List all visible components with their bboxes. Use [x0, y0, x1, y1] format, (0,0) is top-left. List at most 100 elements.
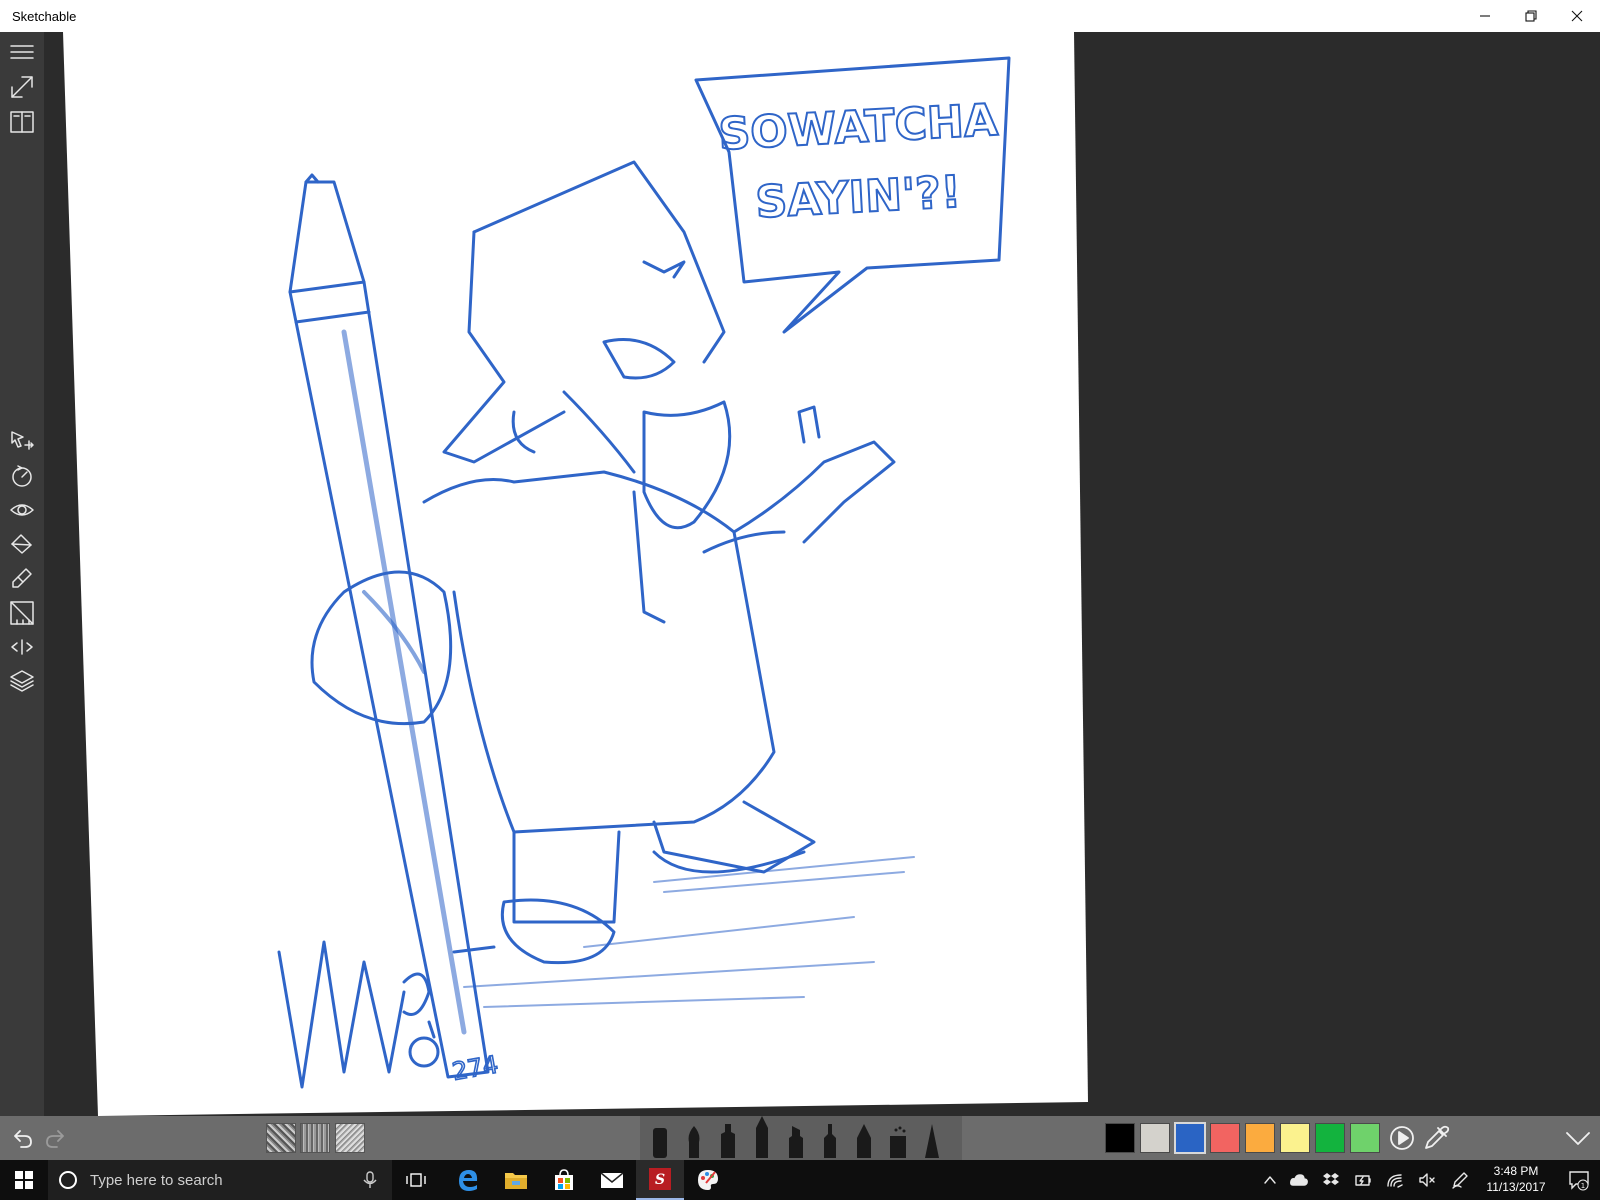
- pen-workspace-tray-button[interactable]: [1446, 1160, 1474, 1200]
- notification-count: 1: [1581, 1182, 1585, 1190]
- rotate-canvas-icon: [12, 465, 32, 487]
- redo-button[interactable]: [40, 1122, 72, 1154]
- select-move-icon: [11, 431, 34, 450]
- mail-icon: [600, 1172, 624, 1188]
- start-button[interactable]: [0, 1160, 48, 1200]
- marker-icon: [653, 1128, 667, 1158]
- highlighter-icon: [789, 1126, 803, 1158]
- workspace: SOWATCHA SAYIN'?! 274: [44, 32, 1600, 1116]
- close-button[interactable]: [1554, 0, 1600, 32]
- minimize-button[interactable]: [1462, 0, 1508, 32]
- color-swatch-light-gray[interactable]: [1140, 1123, 1170, 1153]
- onedrive-tray-button[interactable]: [1284, 1160, 1314, 1200]
- undo-button[interactable]: [6, 1122, 38, 1154]
- eyedropper-button[interactable]: [1420, 1122, 1452, 1154]
- color-swatch-yellow[interactable]: [1280, 1123, 1310, 1153]
- volume-tray-button[interactable]: [1412, 1160, 1442, 1200]
- journal-icon: [10, 111, 34, 133]
- felt-tip-brush[interactable]: [818, 1118, 842, 1158]
- cloud-icon: [1290, 1174, 1308, 1186]
- redo-icon: [46, 1130, 64, 1148]
- restore-button[interactable]: [1508, 0, 1554, 32]
- task-view-button[interactable]: [392, 1160, 440, 1200]
- paper-texture-2[interactable]: [300, 1123, 330, 1153]
- show-hidden-icons-button[interactable]: [1258, 1160, 1282, 1200]
- svg-text:S: S: [655, 1172, 665, 1188]
- clock-time: 3:48 PM: [1493, 1164, 1539, 1178]
- pencil-brush[interactable]: [750, 1114, 774, 1158]
- store-taskbar-button[interactable]: [540, 1160, 588, 1200]
- paint-taskbar-button[interactable]: [684, 1160, 732, 1200]
- symmetry-button[interactable]: [6, 631, 38, 663]
- minimize-icon: [1480, 15, 1490, 17]
- file-explorer-taskbar-button[interactable]: [492, 1160, 540, 1200]
- speech-line-2: SAYIN'?!: [754, 167, 962, 229]
- pen-icon: [1452, 1172, 1468, 1189]
- color-swatch-red[interactable]: [1210, 1123, 1240, 1153]
- sketchable-taskbar-button[interactable]: S: [636, 1160, 684, 1200]
- dropbox-tray-button[interactable]: [1316, 1160, 1346, 1200]
- paper-texture-1[interactable]: [266, 1123, 296, 1153]
- fullscreen-button[interactable]: [6, 71, 38, 103]
- notifications-icon: 1: [1569, 1171, 1589, 1191]
- menu-button[interactable]: [6, 36, 38, 68]
- spray-brush[interactable]: [886, 1118, 910, 1158]
- select-move-button[interactable]: [6, 426, 38, 458]
- windows-taskbar: Type here to search S 3:48 PM 11/13/2017…: [0, 1160, 1600, 1200]
- marker-brush[interactable]: [648, 1118, 672, 1158]
- layers-button[interactable]: [6, 665, 38, 697]
- eraser-icon: [12, 568, 32, 588]
- fullscreen-icon: [11, 76, 33, 98]
- eyedropper-icon: [1425, 1125, 1450, 1149]
- volume-muted-icon: [1419, 1173, 1435, 1187]
- chevron-down-icon: [1566, 1132, 1590, 1145]
- brush-icon: [688, 1126, 700, 1158]
- battery-tray-button[interactable]: [1348, 1160, 1378, 1200]
- highlighter-brush[interactable]: [784, 1118, 808, 1158]
- symmetry-icon: [11, 639, 33, 655]
- play-icon: [1390, 1126, 1414, 1150]
- ink-pen-icon: [721, 1124, 735, 1158]
- color-swatch-orange[interactable]: [1245, 1123, 1275, 1153]
- edge-taskbar-button[interactable]: [444, 1160, 492, 1200]
- layers-icon: [10, 670, 34, 692]
- collapse-toolbar-button[interactable]: [1562, 1122, 1594, 1154]
- rotate-canvas-button[interactable]: [6, 460, 38, 492]
- windows-logo-icon: [15, 1171, 33, 1189]
- ruler-button[interactable]: [6, 597, 38, 629]
- task-view-icon: [406, 1173, 426, 1187]
- fill-button[interactable]: [6, 528, 38, 560]
- paint-brush[interactable]: [682, 1118, 706, 1158]
- microphone-icon[interactable]: [362, 1171, 378, 1189]
- search-placeholder: Type here to search: [90, 1171, 223, 1189]
- ink-pen-brush[interactable]: [716, 1118, 740, 1158]
- dropbox-icon: [1323, 1173, 1339, 1185]
- color-swatch-blue[interactable]: [1174, 1122, 1206, 1154]
- eraser-button[interactable]: [6, 562, 38, 594]
- color-swatch-light-green[interactable]: [1350, 1123, 1380, 1153]
- fountain-pen-brush[interactable]: [852, 1118, 876, 1158]
- cone-brush[interactable]: [920, 1118, 944, 1158]
- felt-tip-icon: [824, 1124, 836, 1158]
- wifi-tray-button[interactable]: [1380, 1160, 1410, 1200]
- paper-texture-3[interactable]: [335, 1123, 365, 1153]
- view-button[interactable]: [6, 494, 38, 526]
- cortana-icon: [59, 1171, 77, 1189]
- color-swatch-black[interactable]: [1105, 1123, 1135, 1153]
- folder-icon: [505, 1173, 527, 1189]
- mail-taskbar-button[interactable]: [588, 1160, 636, 1200]
- taskbar-clock[interactable]: 3:48 PM 11/13/2017: [1474, 1163, 1558, 1196]
- replay-button[interactable]: [1386, 1122, 1418, 1154]
- store-icon: [555, 1169, 573, 1190]
- battery-charging-icon: [1355, 1175, 1371, 1186]
- wifi-icon: [1387, 1174, 1403, 1188]
- taskbar-search-box[interactable]: Type here to search: [48, 1160, 392, 1200]
- edge-icon: [459, 1170, 478, 1191]
- drawing-canvas[interactable]: SOWATCHA SAYIN'?! 274: [44, 32, 1600, 1116]
- cone-icon: [925, 1124, 939, 1158]
- pencil-icon: [756, 1116, 768, 1158]
- sketchable-app-icon: S: [649, 1168, 671, 1190]
- action-center-button[interactable]: 1: [1558, 1160, 1600, 1200]
- journal-button[interactable]: [6, 106, 38, 138]
- color-swatch-green[interactable]: [1315, 1123, 1345, 1153]
